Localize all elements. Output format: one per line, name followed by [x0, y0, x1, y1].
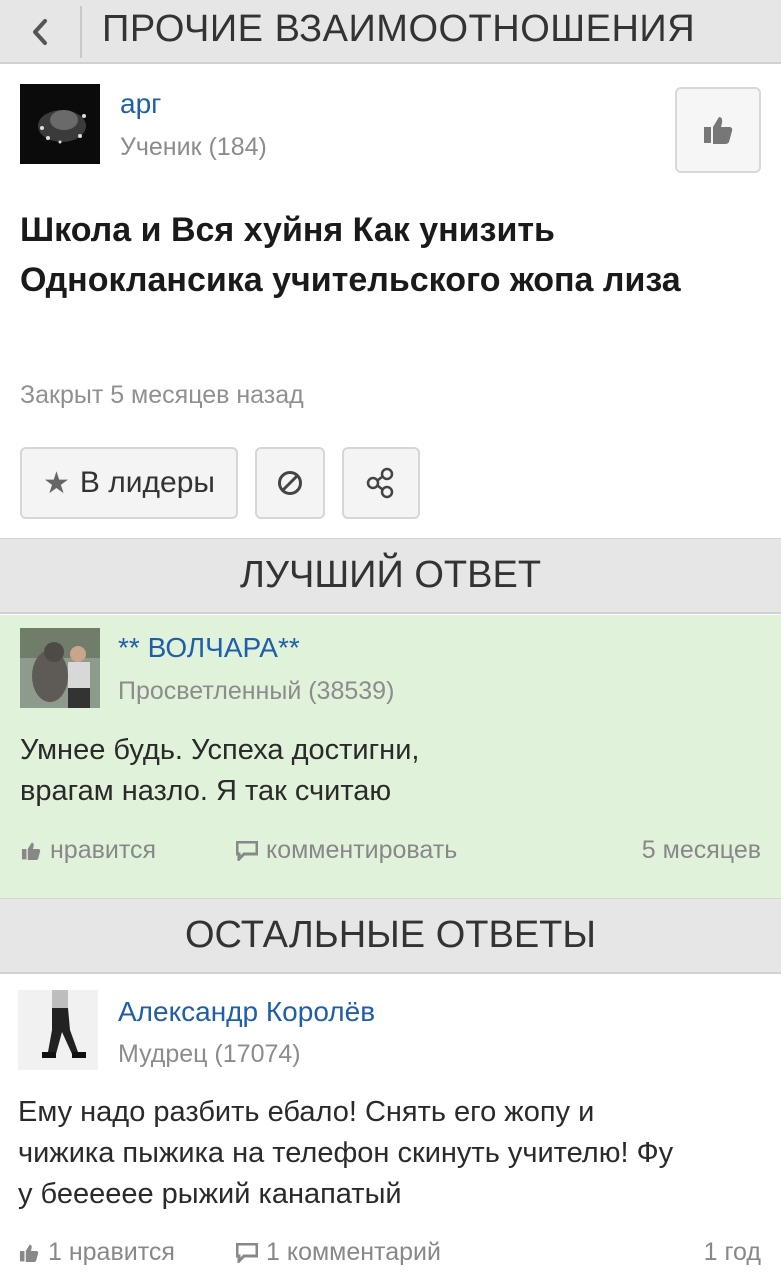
answer-author-avatar[interactable]: [18, 990, 98, 1070]
best-answer-header: ЛУЧШИЙ ОТВЕТ: [0, 538, 781, 614]
best-answer-comment-button[interactable]: комментировать: [236, 836, 457, 865]
question-author-name[interactable]: арг: [120, 88, 161, 120]
answer-comment-button[interactable]: 1 комментарий: [236, 1238, 441, 1267]
header-divider: [80, 6, 82, 58]
best-answer-author-rank: Просветленный (38539): [118, 677, 395, 705]
answer-text-line: чижика пыжика на телефон скинуть учителю…: [18, 1137, 674, 1169]
star-icon: ★: [43, 466, 70, 500]
back-button[interactable]: [0, 0, 80, 64]
best-answer-avatar[interactable]: [20, 628, 100, 708]
answer-comment-label: 1 комментарий: [266, 1238, 441, 1266]
comment-icon: [236, 1242, 258, 1263]
thumbs-up-icon: [704, 117, 733, 144]
block-icon: [278, 471, 302, 495]
best-answer-author-name[interactable]: ** ВОЛЧАРА**: [118, 632, 300, 664]
question-author-avatar[interactable]: [20, 84, 100, 164]
question-author-rank: Ученик (184): [120, 133, 267, 161]
best-answer-like-label: нравится: [50, 836, 157, 864]
answer-text-line: Ему надо разбить ебало! Снять его жопу и: [18, 1096, 595, 1128]
top-bar: ПРОЧИЕ ВЗАИМООТНОШЕНИЯ: [0, 0, 781, 64]
best-answer-like-button[interactable]: нравится: [20, 836, 156, 865]
answer-text-line: у беееeee рыжий канапатый: [18, 1178, 402, 1210]
question-title: Школа и Вся хуйня Как унизить Однoкланси…: [20, 211, 681, 299]
thumbs-up-icon: [21, 842, 41, 860]
other-answers-header: ОСТАЛЬНЫЕ ОТВЕТЫ: [0, 898, 781, 974]
best-answer-comment-label: комментировать: [266, 836, 458, 864]
best-answer-text-line: врагам назло. Я так считаю: [20, 775, 392, 807]
page-title: ПРОЧИЕ ВЗАИМООТНОШЕНИЯ: [102, 8, 696, 50]
report-button[interactable]: [255, 447, 325, 519]
answer-author-name[interactable]: Александр Королёв: [118, 996, 375, 1028]
question-like-button[interactable]: [675, 87, 761, 173]
chevron-left-icon: [33, 19, 47, 45]
thumbs-up-icon: [19, 1244, 39, 1262]
question-status: Закрыт 5 месяцев назад: [20, 381, 304, 409]
leaders-button-label: В лидеры: [79, 466, 215, 499]
leaders-button[interactable]: ★ В лидеры: [20, 447, 238, 519]
best-answer-time: 5 месяцев: [641, 836, 761, 864]
comment-icon: [236, 840, 258, 861]
answer-like-button[interactable]: 1 нравится: [18, 1238, 175, 1267]
share-button[interactable]: [342, 447, 420, 519]
share-icon: [366, 467, 394, 499]
best-answer-text-line: Умнее будь. Успеха достигни,: [20, 734, 420, 766]
answer-like-label: 1 нравится: [48, 1238, 175, 1266]
answer-time: 1 год: [703, 1238, 761, 1266]
answer-author-rank: Мудрец (17074): [118, 1040, 301, 1068]
